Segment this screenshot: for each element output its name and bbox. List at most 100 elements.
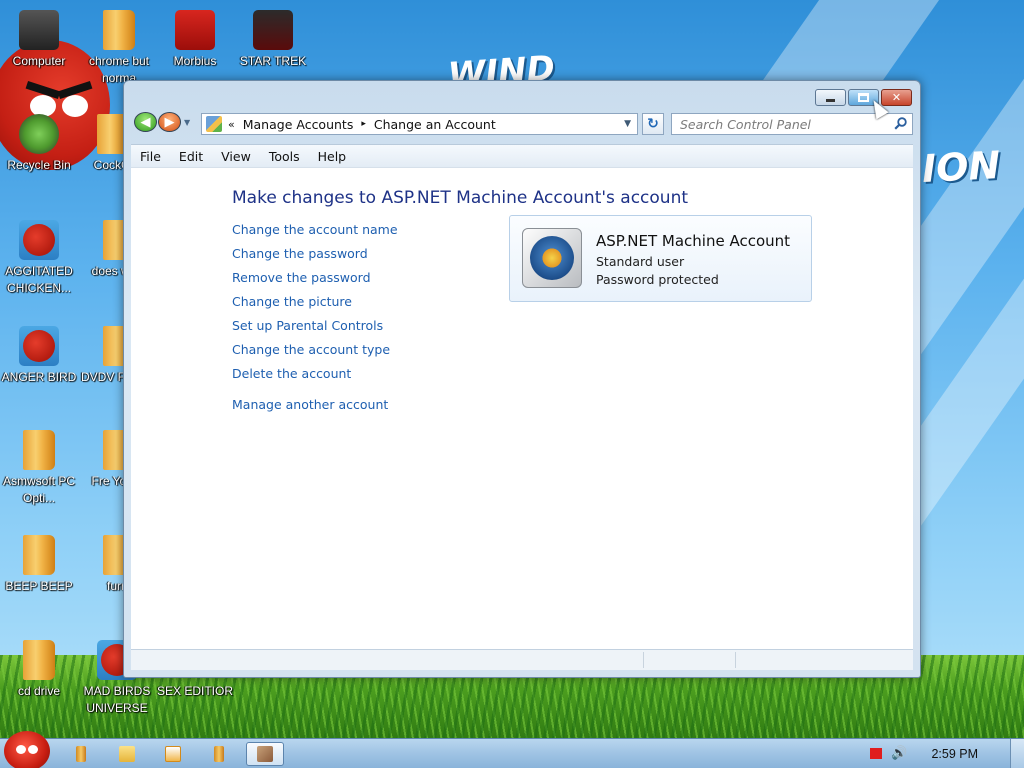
clock[interactable]: 2:59 PM <box>931 747 978 761</box>
recent-pages-dropdown[interactable]: ▼ <box>184 118 190 127</box>
account-name: ASP.NET Machine Account <box>596 232 791 250</box>
desktop-icon-label: SEX EDITIOR <box>156 684 233 698</box>
desktop-icon-anger-bird[interactable]: ANGER BIRD <box>0 326 78 386</box>
minimize-button[interactable] <box>815 89 846 106</box>
start-button[interactable] <box>4 731 50 768</box>
remove-password-link[interactable]: Remove the password <box>232 270 398 294</box>
refresh-button[interactable]: ↻ <box>642 113 664 135</box>
change-picture-link[interactable]: Change the picture <box>232 294 398 318</box>
page-title: Make changes to ASP.NET Machine Account'… <box>232 188 689 208</box>
nav-arrows: ◀ ▶ ▼ <box>134 112 190 132</box>
status-divider <box>643 652 644 668</box>
desktop-icon-beep-beep[interactable]: BEEP BEEP <box>0 535 78 595</box>
show-desktop-button[interactable] <box>1010 739 1024 768</box>
folder-icon <box>23 640 55 680</box>
desktop-icon-label: Recycle Bin <box>7 158 71 172</box>
menu-edit[interactable]: Edit <box>170 149 212 164</box>
breadcrumb-manage-accounts[interactable]: Manage Accounts <box>243 117 354 132</box>
control-panel-window[interactable]: ✕ ◀ ▶ ▼ « Manage Accounts ▸ Change an Ac… <box>123 80 921 678</box>
folder-icon <box>103 10 135 50</box>
desktop-icon-computer[interactable]: Computer <box>0 10 78 70</box>
desktop-icon-label: Morbius <box>173 54 217 68</box>
forward-button[interactable]: ▶ <box>158 112 181 132</box>
star-trek-icon <box>253 10 293 50</box>
action-center-icon[interactable] <box>870 748 883 759</box>
desktop-icon-morbius[interactable]: Morbius <box>156 10 234 70</box>
arrow-right-icon: ▶ <box>164 114 175 130</box>
breadcrumb-overflow[interactable]: « <box>228 118 235 131</box>
desktop-icon-label: AGGITATED CHICKEN... <box>5 264 73 295</box>
system-tray: 🔊 2:59 PM <box>870 739 1024 768</box>
close-button[interactable]: ✕ <box>881 89 912 106</box>
angry-bird-icon <box>19 220 59 260</box>
desktop-icon-label: Asmwsoft PC Opti... <box>2 474 75 505</box>
folder-icon <box>214 746 224 762</box>
delete-account-link[interactable]: Delete the account <box>232 366 398 390</box>
arrow-left-icon: ◀ <box>140 114 151 130</box>
taskbar-media-button[interactable] <box>154 742 192 766</box>
menu-file[interactable]: File <box>131 149 170 164</box>
back-button[interactable]: ◀ <box>134 112 157 132</box>
desktop-icon-label: STAR TREK <box>239 54 307 68</box>
menu-bar: File Edit View Tools Help <box>131 144 913 167</box>
menu-help[interactable]: Help <box>309 149 356 164</box>
desktop-icon-label: MAD BIRDS UNIVERSE <box>83 684 151 715</box>
parental-controls-link[interactable]: Set up Parental Controls <box>232 318 398 342</box>
navigation-bar: ◀ ▶ ▼ « Manage Accounts ▸ Change an Acco… <box>134 112 913 136</box>
address-bar[interactable]: « Manage Accounts ▸ Change an Account ▼ <box>201 113 638 135</box>
desktop-icon-cd-drive[interactable]: cd drive <box>0 640 78 700</box>
desktop-icon-label: BEEP BEEP <box>5 579 73 593</box>
address-dropdown-icon[interactable]: ▼ <box>624 119 631 129</box>
taskbar-folder-button[interactable] <box>62 742 100 766</box>
account-card: ASP.NET Machine Account Standard user Pa… <box>509 215 812 302</box>
volume-icon[interactable]: 🔊 <box>891 746 907 761</box>
folder-icon <box>23 430 55 470</box>
user-avatar-icon <box>530 236 574 280</box>
desktop-icon-label: cd drive <box>17 684 61 698</box>
account-picture <box>522 228 582 288</box>
menu-tools[interactable]: Tools <box>260 149 309 164</box>
status-bar <box>131 649 913 670</box>
desktop-icon-chrome[interactable]: chrome but norma <box>80 10 158 87</box>
account-password-status: Password protected <box>596 272 719 287</box>
refresh-icon: ↻ <box>647 116 659 132</box>
control-panel-icon <box>257 746 273 762</box>
change-account-name-link[interactable]: Change the account name <box>232 222 398 246</box>
maximize-icon <box>858 93 869 102</box>
computer-icon <box>19 10 59 50</box>
change-account-type-link[interactable]: Change the account type <box>232 342 398 366</box>
desktop-icon-label: Computer <box>12 54 66 68</box>
taskbar-explorer-button[interactable] <box>108 742 146 766</box>
control-panel-icon <box>206 116 222 132</box>
taskbar-folder-button-2[interactable] <box>200 742 238 766</box>
change-password-link[interactable]: Change the password <box>232 246 398 270</box>
desktop-icon-label: ANGER BIRD <box>1 370 77 384</box>
pdf-icon <box>175 10 215 50</box>
breadcrumb-change-account[interactable]: Change an Account <box>374 117 496 132</box>
status-divider <box>735 652 736 668</box>
wallpaper-decor-right: ION <box>920 142 1002 192</box>
desktop-icon-star-trek[interactable]: STAR TREK <box>234 10 312 70</box>
manage-another-account-link[interactable]: Manage another account <box>232 397 398 421</box>
menu-view[interactable]: View <box>212 149 260 164</box>
task-links: Change the account name Change the passw… <box>232 222 398 421</box>
search-input[interactable] <box>672 114 882 135</box>
folder-icon <box>76 746 86 762</box>
account-type: Standard user <box>596 254 685 269</box>
content-area: Make changes to ASP.NET Machine Account'… <box>131 167 913 649</box>
taskbar: 🔊 2:59 PM <box>0 731 1024 768</box>
breadcrumb-separator-icon[interactable]: ▸ <box>361 119 366 129</box>
desktop-icon-aggitated-chicken[interactable]: AGGITATED CHICKEN... <box>0 220 78 297</box>
folder-open-icon <box>119 746 135 762</box>
media-player-icon <box>165 746 181 762</box>
folder-icon <box>23 535 55 575</box>
recycle-bin-icon <box>19 114 59 154</box>
minimize-icon <box>826 99 835 102</box>
window-caption-buttons: ✕ <box>815 89 912 106</box>
angry-bird-icon <box>19 326 59 366</box>
desktop-icon-recycle-bin[interactable]: Recycle Bin <box>0 114 78 174</box>
close-icon: ✕ <box>891 91 902 104</box>
desktop-icon-asmwsoft[interactable]: Asmwsoft PC Opti... <box>0 430 78 507</box>
taskbar-control-panel-button[interactable] <box>246 742 284 766</box>
search-icon[interactable] <box>894 117 907 130</box>
